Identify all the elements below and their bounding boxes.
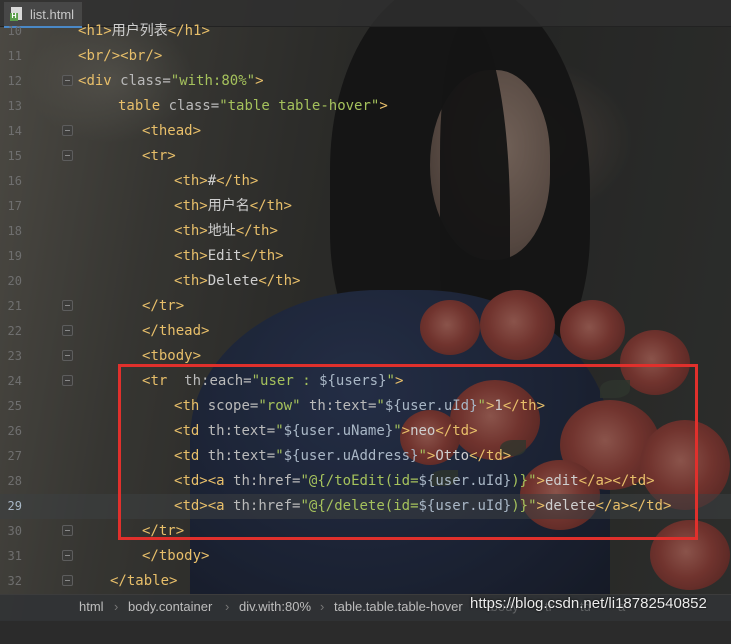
fold-icon[interactable]	[62, 550, 73, 561]
fold-icon[interactable]	[62, 75, 73, 86]
fold-icon[interactable]	[62, 325, 73, 336]
fold-icon[interactable]	[62, 375, 73, 386]
code-line-14[interactable]: <thead>	[0, 119, 731, 144]
line-number: 14	[7, 124, 22, 138]
line-number: 24	[7, 374, 22, 388]
line-number: 28	[7, 474, 22, 488]
fold-icon[interactable]	[62, 125, 73, 136]
breadcrumb-item[interactable]: table.table.table-hover	[334, 595, 463, 619]
breadcrumb-item[interactable]: html	[79, 595, 104, 619]
code-line-32[interactable]: </table>	[0, 569, 731, 594]
code-line-12[interactable]: <div class="with:80%">	[0, 69, 731, 94]
code-line-31[interactable]: </tbody>	[0, 544, 731, 569]
breadcrumb-separator: ›	[225, 599, 230, 614]
watermark: https://blog.csdn.net/li18782540852	[470, 595, 707, 612]
code-line-19[interactable]: <th>Edit</th>	[0, 244, 731, 269]
line-number: 17	[7, 199, 22, 213]
fold-icon[interactable]	[62, 350, 73, 361]
line-number: 25	[7, 399, 22, 413]
code-line-13[interactable]: table class="table table-hover">	[0, 94, 731, 119]
code-line-22[interactable]: </thead>	[0, 319, 731, 344]
line-number: 30	[7, 524, 22, 538]
code-line-18[interactable]: <th>地址</th>	[0, 219, 731, 244]
fold-icon[interactable]	[62, 525, 73, 536]
code-line-16[interactable]: <th>#</th>	[0, 169, 731, 194]
line-number: 19	[7, 249, 22, 263]
code-line-15[interactable]: <tr>	[0, 144, 731, 169]
breadcrumb-item[interactable]: body.container	[128, 595, 212, 619]
fold-icon[interactable]	[62, 150, 73, 161]
fold-icon[interactable]	[62, 575, 73, 586]
line-number: 10	[7, 24, 22, 38]
code-line-21[interactable]: </tr>	[0, 294, 731, 319]
line-number: 31	[7, 549, 22, 563]
line-number: 29	[7, 499, 22, 513]
code-line-20[interactable]: <th>Delete</th>	[0, 269, 731, 294]
breadcrumb-separator: ›	[320, 599, 325, 614]
line-number: 16	[7, 174, 22, 188]
line-number: 32	[7, 574, 22, 588]
line-number: 21	[7, 299, 22, 313]
code-line-17[interactable]: <th>用户名</th>	[0, 194, 731, 219]
line-number: 15	[7, 149, 22, 163]
breadcrumb-item[interactable]: div.with:80%	[239, 595, 311, 619]
breadcrumb: html › body.container › div.with:80% › t…	[0, 594, 731, 621]
line-number: 20	[7, 274, 22, 288]
line-number: 11	[7, 49, 22, 63]
fold-icon[interactable]	[62, 300, 73, 311]
line-number: 18	[7, 224, 22, 238]
breadcrumb-separator: ›	[114, 599, 119, 614]
line-number: 26	[7, 424, 22, 438]
code-line-10[interactable]: <h1>用户列表</h1>	[0, 19, 731, 44]
line-number: 27	[7, 449, 22, 463]
highlight-box	[118, 364, 698, 540]
code-line-11[interactable]: <br/><br/>	[0, 44, 731, 69]
line-number: 23	[7, 349, 22, 363]
line-number: 12	[7, 74, 22, 88]
line-number: 13	[7, 99, 22, 113]
line-number: 22	[7, 324, 22, 338]
